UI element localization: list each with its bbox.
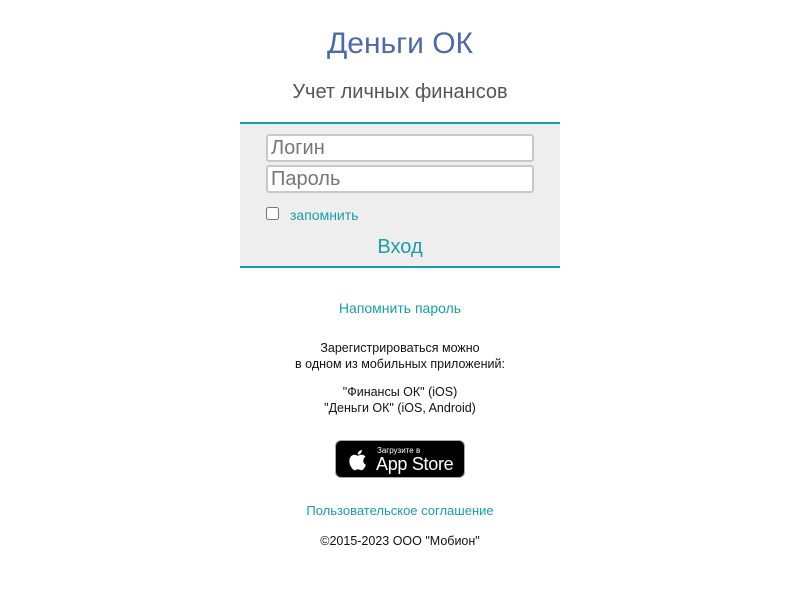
copyright: ©2015-2023 ООО "Мобион"	[320, 534, 480, 548]
remember-checkbox[interactable]	[266, 206, 279, 220]
app-store-badge-big-text: App Store	[376, 454, 454, 474]
apple-icon	[349, 450, 366, 471]
app-title: Деньги ОК	[326, 27, 474, 60]
login-form: запомнить Вход	[240, 122, 560, 268]
app-subtitle: Учет личных финансов	[292, 81, 508, 103]
remind-password-link[interactable]: Напомнить пароль	[0, 299, 800, 317]
register-info-line2: в одном из мобильных приложений:	[295, 357, 505, 371]
login-input[interactable]	[266, 134, 534, 162]
login-button[interactable]: Вход	[240, 234, 560, 260]
remember-me-option[interactable]: запомнить	[266, 204, 358, 223]
user-agreement-link[interactable]: Пользовательское соглашение	[0, 503, 800, 519]
remember-label[interactable]: запомнить	[290, 207, 358, 223]
app-name-finance-ok: "Финансы ОК" (iOS)	[342, 385, 458, 399]
password-input[interactable]	[266, 165, 534, 193]
app-store-badge[interactable]: Загрузите в App Store	[335, 440, 465, 478]
register-info-line1: Зарегистрироваться можно	[320, 341, 480, 355]
app-name-dengi-ok: "Деньги ОК" (iOS, Android)	[324, 401, 476, 415]
login-page: Деньги ОК Учет личных финансов запомнить…	[0, 0, 800, 600]
